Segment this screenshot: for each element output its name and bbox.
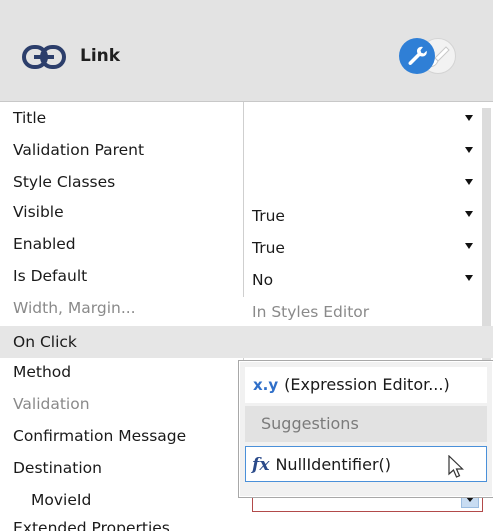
option-label: (Expression Editor...) bbox=[284, 375, 450, 394]
panel-title: Link bbox=[80, 46, 121, 66]
expression-icon: x.y bbox=[253, 376, 279, 394]
null-identifier-option[interactable]: fx NullIdentifier() bbox=[245, 446, 487, 482]
property-label: MovieId bbox=[31, 491, 92, 509]
property-label: Validation Parent bbox=[13, 141, 145, 159]
property-row-is-default[interactable]: Is Default No bbox=[0, 262, 493, 294]
property-row-style-classes[interactable]: Style Classes bbox=[0, 166, 493, 198]
property-value: In Styles Editor bbox=[252, 303, 370, 321]
properties-panel: Link Title Validation Parent Style Class… bbox=[0, 0, 493, 531]
property-label: Style Classes bbox=[13, 173, 116, 191]
property-label: Confirmation Message bbox=[13, 427, 187, 445]
property-row-title[interactable]: Title bbox=[0, 102, 493, 134]
property-label: Is Default bbox=[13, 267, 88, 285]
mouse-cursor-icon bbox=[448, 455, 464, 478]
chevron-down-icon[interactable] bbox=[465, 115, 473, 121]
property-label: Width, Margin... bbox=[13, 299, 136, 317]
wrench-icon bbox=[408, 46, 427, 66]
property-value[interactable]: True bbox=[252, 200, 285, 232]
chevron-down-icon[interactable] bbox=[465, 179, 473, 185]
chevron-down-icon[interactable] bbox=[465, 211, 473, 217]
property-row-width-margin: Width, Margin... In Styles Editor bbox=[0, 294, 493, 326]
chevron-down-icon[interactable] bbox=[465, 147, 473, 153]
property-label: Visible bbox=[13, 203, 64, 221]
property-label: Enabled bbox=[13, 235, 76, 253]
panel-header: Link bbox=[0, 0, 493, 101]
wrench-button[interactable] bbox=[399, 38, 435, 74]
property-label: Title bbox=[13, 109, 47, 127]
section-label: On Click bbox=[13, 333, 77, 351]
property-row-validation-parent[interactable]: Validation Parent bbox=[0, 134, 493, 166]
property-label: Validation bbox=[13, 395, 90, 413]
chevron-down-icon[interactable] bbox=[465, 243, 473, 249]
chevron-down-icon[interactable] bbox=[465, 275, 473, 281]
property-value[interactable]: True bbox=[252, 232, 285, 264]
option-label: NullIdentifier() bbox=[275, 455, 392, 474]
property-row-enabled[interactable]: Enabled True bbox=[0, 230, 493, 262]
section-header-extended-properties[interactable]: Extended Properties bbox=[13, 519, 170, 531]
property-label: Method bbox=[13, 363, 72, 381]
link-icon bbox=[22, 45, 66, 69]
property-value[interactable]: No bbox=[252, 264, 273, 296]
property-row-visible[interactable]: Visible True bbox=[0, 198, 493, 230]
suggestions-header: Suggestions bbox=[245, 406, 487, 442]
expression-editor-option[interactable]: x.y (Expression Editor...) bbox=[245, 367, 487, 403]
section-header-on-click[interactable]: On Click bbox=[0, 326, 493, 358]
value-dropdown-popup: x.y (Expression Editor...) Suggestions fx… bbox=[238, 360, 493, 498]
function-icon: fx bbox=[252, 455, 270, 475]
property-label: Destination bbox=[13, 459, 102, 477]
